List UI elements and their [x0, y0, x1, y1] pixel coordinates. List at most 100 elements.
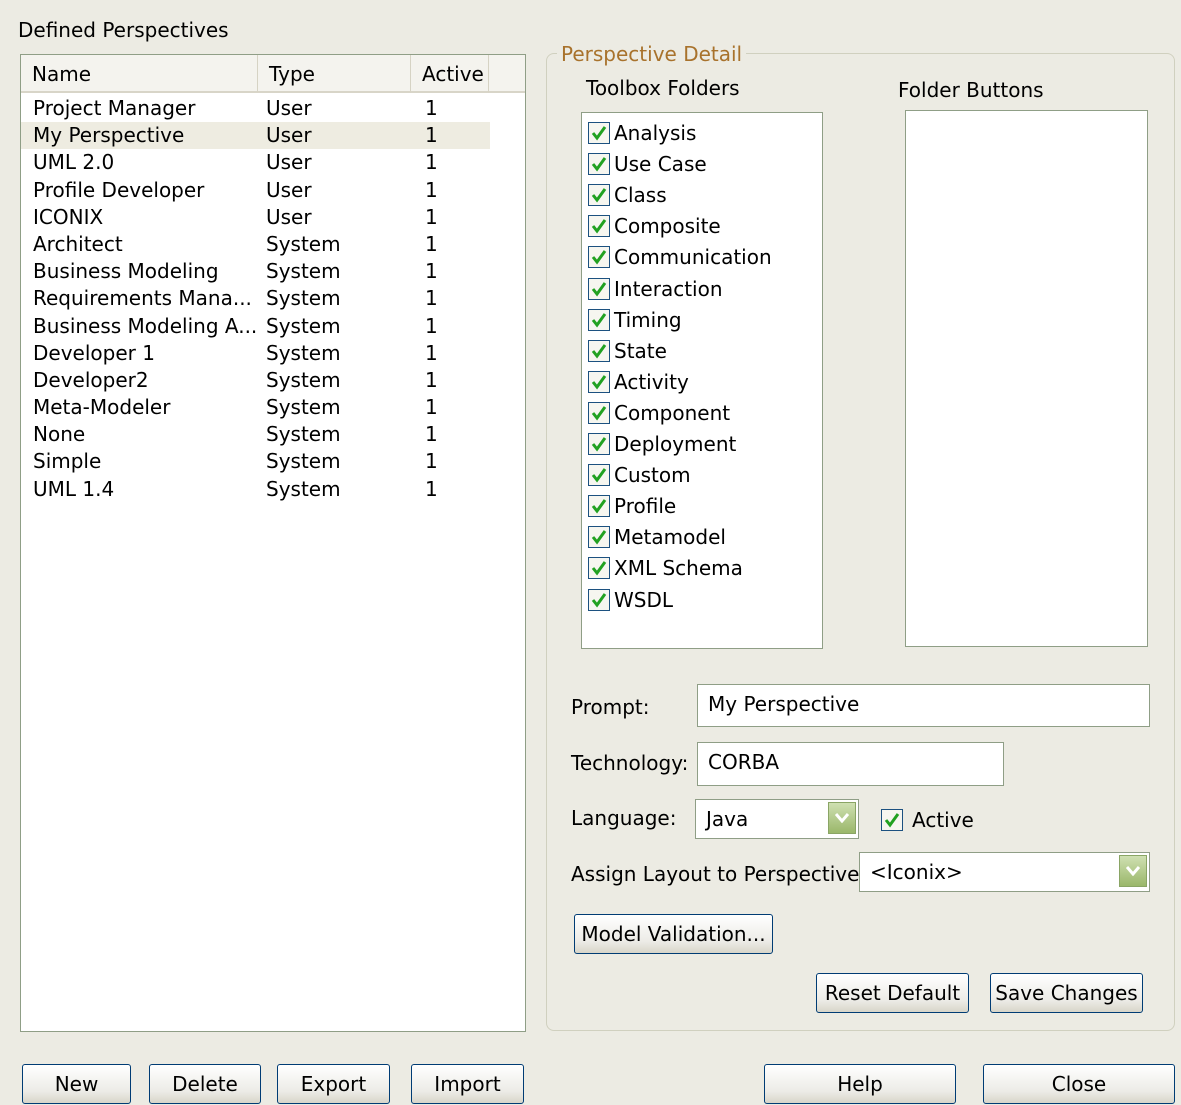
close-button[interactable]: Close — [983, 1064, 1175, 1104]
toolbox-folder-checkbox[interactable] — [588, 370, 610, 393]
perspectives-list[interactable]: Name Type Active Project Manager User 1 My … — [20, 54, 526, 1032]
toolbox-folder-checkbox[interactable] — [588, 308, 610, 331]
toolbox-folder-label: XML Schema — [614, 556, 743, 581]
toolbox-folder-checkbox[interactable] — [588, 184, 610, 207]
check-icon — [591, 530, 607, 545]
column-header-type[interactable]: Type — [258, 55, 411, 93]
cell-active: 1 — [425, 150, 438, 175]
toolbox-folder-label: Deployment — [614, 432, 737, 456]
column-header-name[interactable]: Name — [21, 55, 258, 93]
cell-active: 1 — [425, 96, 438, 120]
cell-type: System — [266, 449, 341, 474]
import-button[interactable]: Import — [411, 1064, 524, 1104]
help-button[interactable]: Help — [764, 1064, 956, 1104]
table-row[interactable]: Business Modeling System 1 — [21, 258, 525, 285]
check-icon — [591, 374, 607, 390]
table-row[interactable]: My Perspective User 1 — [21, 122, 490, 150]
toolbox-folder-label: Timing — [614, 307, 682, 332]
table-row[interactable]: UML 1.4 System 1 — [21, 476, 525, 503]
new-button[interactable]: New — [22, 1064, 131, 1104]
table-row[interactable]: Profile Developer User 1 — [21, 177, 525, 204]
toolbox-folder-label: Use Case — [614, 152, 707, 177]
check-icon — [591, 499, 607, 514]
check-icon — [591, 312, 607, 328]
prompt-label: Prompt: — [571, 695, 650, 719]
toolbox-folder-checkbox[interactable] — [588, 526, 610, 549]
toolbox-folder-label: Custom — [614, 463, 691, 488]
cell-type: User — [266, 177, 312, 202]
column-header-filler — [489, 55, 525, 93]
toolbox-folders-list[interactable]: Analysis Use Case Class Composite Communicat… — [581, 112, 823, 649]
toolbox-folder-checkbox[interactable] — [588, 246, 610, 269]
check-icon — [591, 157, 607, 172]
table-row[interactable]: Developer 1 System 1 — [21, 340, 525, 367]
toolbox-folder-checkbox[interactable] — [588, 464, 610, 487]
cell-type: System — [266, 286, 341, 311]
prompt-field[interactable]: My Perspective — [697, 684, 1150, 727]
cell-active: 1 — [425, 177, 438, 202]
defined-perspectives-title: Defined Perspectives — [18, 18, 229, 42]
language-select[interactable]: Java — [695, 799, 859, 839]
delete-button[interactable]: Delete — [149, 1064, 261, 1104]
active-label: Active — [912, 808, 974, 832]
toolbox-folder-checkbox[interactable] — [588, 215, 610, 238]
cell-name: Business Modeling — [33, 259, 219, 284]
cell-name: ICONIX — [33, 204, 104, 229]
perspectives-rows: Project Manager User 1 My Perspective User 1 U… — [21, 95, 525, 503]
cell-name: UML 2.0 — [33, 150, 115, 175]
toolbox-folder-checkbox[interactable] — [588, 588, 610, 611]
table-row[interactable]: Project Manager User 1 — [21, 95, 525, 122]
cell-name: Requirements Mana... — [33, 286, 252, 311]
cell-name: My Perspective — [33, 123, 185, 148]
toolbox-folder-checkbox[interactable] — [588, 557, 610, 580]
assign-layout-select[interactable]: <Iconix> — [859, 852, 1150, 892]
cell-name: UML 1.4 — [33, 476, 115, 501]
cell-name: Business Modeling A... — [33, 313, 258, 338]
cell-active: 1 — [425, 395, 438, 420]
table-row[interactable]: ICONIX User 1 — [21, 204, 525, 231]
toolbox-folder-checkbox[interactable] — [588, 122, 610, 144]
toolbox-folder-checkbox[interactable] — [588, 433, 610, 455]
toolbox-folder-label: Profile — [614, 494, 677, 519]
save-changes-button[interactable]: Save Changes — [990, 973, 1143, 1013]
cell-type: System — [266, 395, 341, 420]
cell-active: 1 — [425, 340, 438, 365]
toolbox-folder-label: Activity — [614, 369, 689, 394]
model-validation-button[interactable]: Model Validation... — [574, 914, 773, 954]
reset-default-button[interactable]: Reset Default — [816, 973, 969, 1013]
cell-name: Simple — [33, 449, 102, 474]
toolbox-folder-checkbox[interactable] — [588, 401, 610, 424]
table-row[interactable]: Requirements Mana... System 1 — [21, 285, 525, 312]
folder-buttons-list[interactable] — [905, 110, 1148, 647]
language-value: Java — [706, 807, 749, 831]
active-checkbox[interactable] — [881, 809, 903, 831]
check-icon — [591, 126, 607, 141]
language-dropdown-button[interactable] — [828, 802, 856, 834]
toolbox-folder-checkbox[interactable] — [588, 339, 610, 362]
table-row[interactable]: UML 2.0 User 1 — [21, 149, 525, 176]
table-row[interactable]: Architect System 1 — [21, 231, 525, 258]
table-row[interactable]: Developer2 System 1 — [21, 367, 525, 394]
toolbox-folder-label: Component — [614, 400, 731, 425]
toolbox-folder-checkbox[interactable] — [588, 277, 610, 300]
column-header-active[interactable]: Active — [411, 55, 489, 93]
table-row[interactable]: None System 1 — [21, 421, 525, 448]
toolbox-folder-checkbox[interactable] — [588, 495, 610, 518]
cell-active: 1 — [425, 313, 438, 338]
cell-active: 1 — [425, 286, 438, 311]
table-row[interactable]: Meta-Modeler System 1 — [21, 394, 525, 421]
check-icon — [591, 561, 607, 576]
cell-active: 1 — [425, 231, 438, 256]
export-button[interactable]: Export — [277, 1064, 390, 1104]
technology-field[interactable]: CORBA — [697, 742, 1004, 786]
active-toggle[interactable]: Active — [881, 808, 1001, 834]
cell-active: 1 — [425, 422, 438, 447]
assign-layout-value: <Iconix> — [870, 860, 963, 884]
check-icon — [591, 592, 607, 607]
toolbox-folders-title: Toolbox Folders — [586, 76, 740, 100]
table-row[interactable]: Business Modeling A... System 1 — [21, 313, 525, 340]
table-row[interactable]: Simple System 1 — [21, 448, 525, 475]
language-label: Language: — [571, 806, 677, 830]
assign-layout-dropdown-button[interactable] — [1119, 855, 1147, 887]
toolbox-folder-checkbox[interactable] — [588, 153, 610, 176]
